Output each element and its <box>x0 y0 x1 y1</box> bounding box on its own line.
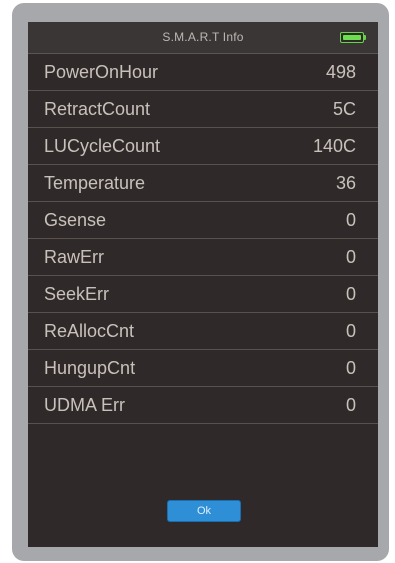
ok-button[interactable]: Ok <box>167 500 241 522</box>
attribute-value: 140C <box>312 136 356 156</box>
attribute-label: LUCycleCount <box>44 136 161 156</box>
screen-title: S.M.A.R.T Info <box>162 30 244 44</box>
attribute-value: 36 <box>335 173 356 193</box>
smart-info-screen: S.M.A.R.T Info PowerOnHour 498 RetractCo… <box>28 22 378 547</box>
attribute-label: ReAllocCnt <box>44 321 135 341</box>
battery-level-fill <box>343 35 361 40</box>
attribute-value: 0 <box>345 321 356 341</box>
attribute-label: RawErr <box>44 247 105 267</box>
battery-icon <box>340 32 366 43</box>
list-item-seekerr: SeekErr 0 <box>28 276 378 313</box>
attribute-label: Temperature <box>44 173 146 193</box>
list-item-poweronhour: PowerOnHour 498 <box>28 54 378 91</box>
list-item-lucyclecount: LUCycleCount 140C <box>28 128 378 165</box>
list-item-temperature: Temperature 36 <box>28 165 378 202</box>
list-item-retractcount: RetractCount 5C <box>28 91 378 128</box>
attribute-label: HungupCnt <box>44 358 136 378</box>
attribute-label: PowerOnHour <box>44 62 159 82</box>
battery-body <box>340 32 364 43</box>
attribute-value: 498 <box>325 62 356 82</box>
attribute-label: Gsense <box>44 210 107 230</box>
attribute-value: 0 <box>345 395 356 415</box>
attribute-value: 0 <box>345 284 356 304</box>
list-item-gsense: Gsense 0 <box>28 202 378 239</box>
battery-tip <box>364 35 366 40</box>
attribute-label: RetractCount <box>44 99 151 119</box>
list-item-hungupcnt: HungupCnt 0 <box>28 350 378 387</box>
attribute-label: UDMA Err <box>44 395 125 415</box>
list-item-realloccnt: ReAllocCnt 0 <box>28 313 378 350</box>
smart-attribute-list: PowerOnHour 498 RetractCount 5C LUCycleC… <box>28 54 378 424</box>
attribute-value: 0 <box>345 210 356 230</box>
header-bar: S.M.A.R.T Info <box>28 22 378 54</box>
list-item-rawerr: RawErr 0 <box>28 239 378 276</box>
attribute-value: 5C <box>332 99 356 119</box>
attribute-value: 0 <box>345 358 356 378</box>
attribute-label: SeekErr <box>44 284 110 304</box>
attribute-value: 0 <box>345 247 356 267</box>
list-item-udmaerr: UDMA Err 0 <box>28 387 378 424</box>
